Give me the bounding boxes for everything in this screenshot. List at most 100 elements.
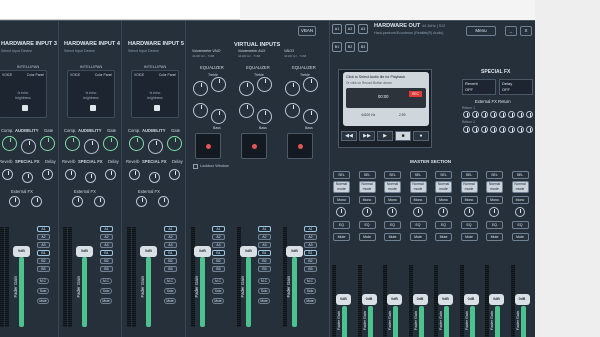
mc-button[interactable]: M.C (100, 278, 112, 284)
reverb-knob[interactable] (65, 169, 76, 180)
fx1-knob[interactable] (72, 196, 83, 207)
virtual-pan-pad[interactable] (287, 133, 313, 159)
delay-knob[interactable] (105, 169, 116, 180)
output-fader-track[interactable] (342, 306, 347, 337)
mode-selector[interactable]: Normal mode (409, 181, 427, 193)
solo-button[interactable]: Solo (304, 288, 316, 294)
bus-head-a3-button[interactable]: A3 (358, 24, 368, 34)
fx-knob[interactable] (85, 172, 96, 183)
stop-button[interactable]: ■ (395, 131, 411, 141)
mode-selector[interactable]: Normal mode (435, 181, 452, 193)
output-fader-track[interactable] (444, 306, 449, 337)
mute-button[interactable]: Mute (358, 233, 376, 241)
bass-knob[interactable] (257, 109, 272, 124)
output-fader-track[interactable] (367, 306, 373, 337)
gate-knob[interactable] (40, 136, 55, 151)
output-fader-track[interactable] (520, 306, 526, 337)
mc-button[interactable]: M.C (304, 278, 316, 284)
fx-return-knob[interactable] (481, 126, 488, 133)
mono-button[interactable]: Mono (460, 196, 478, 204)
solo-button[interactable]: Solo (100, 288, 112, 294)
mode-selector[interactable]: Normal mode (486, 181, 503, 193)
gate-knob[interactable] (167, 136, 182, 151)
solo-button[interactable]: Solo (258, 288, 270, 294)
bus-a3-button[interactable]: A3 (164, 242, 177, 248)
eq-knob-left[interactable] (239, 81, 254, 96)
bus-head-b1-button[interactable]: B1 (332, 42, 342, 52)
bus-b1-button[interactable]: B1 (304, 250, 317, 256)
eq-button[interactable]: EQ (486, 221, 503, 229)
hardware-out-device[interactable]: Haut-parleurs/Ecouteurs (Realtek(R) Audi… (374, 31, 464, 35)
mute-button[interactable]: Mute (511, 233, 529, 241)
bus-a3-button[interactable]: A3 (100, 242, 113, 248)
eq-button[interactable]: EQ (358, 221, 376, 229)
mc-button[interactable]: M.C (164, 278, 176, 284)
fx-return-knob[interactable] (508, 111, 515, 118)
bus-b2-button[interactable]: B2 (164, 258, 177, 264)
bus-b3-button[interactable]: B3 (212, 266, 225, 272)
bus-a3-button[interactable]: A3 (258, 242, 271, 248)
bass-knob[interactable] (211, 109, 226, 124)
fx-return-knob[interactable] (463, 126, 470, 133)
fx-return-knob[interactable] (508, 126, 515, 133)
fader-handle[interactable]: 0dB (13, 246, 30, 257)
comp-knob[interactable] (129, 136, 144, 151)
mono-button[interactable]: Mono (511, 196, 529, 204)
audibility-knob[interactable] (21, 139, 36, 154)
mode-selector[interactable]: Normal mode (333, 181, 350, 193)
mono-button[interactable]: Mono (435, 196, 452, 204)
output-knob[interactable] (412, 207, 423, 217)
audibility-knob[interactable] (84, 139, 99, 154)
mute-button[interactable]: Mute (37, 298, 49, 304)
virtual-pan-pad[interactable] (241, 133, 267, 159)
bus-b3-button[interactable]: B3 (37, 266, 50, 272)
close-button[interactable]: X (520, 26, 532, 36)
bus-b3-button[interactable]: B3 (164, 266, 177, 272)
mc-button[interactable]: M.C (258, 278, 270, 284)
eq-button[interactable]: EQ (333, 221, 350, 229)
fx-knob[interactable] (149, 172, 160, 183)
fader-track[interactable] (82, 257, 87, 327)
sel-button[interactable]: SEL (435, 171, 452, 179)
strip-device-select[interactable]: Select Input Device (64, 49, 124, 53)
bus-head-a2-button[interactable]: A2 (345, 24, 355, 34)
bus-b3-button[interactable]: B3 (258, 266, 271, 272)
fader-track[interactable] (200, 257, 205, 327)
fx-return-knob[interactable] (517, 126, 524, 133)
pan-cursor[interactable] (154, 105, 160, 111)
forward-button[interactable]: ▶▶ (359, 131, 375, 141)
mode-selector[interactable]: Normal mode (460, 181, 478, 193)
delay-toggle[interactable]: Delay OFF (499, 79, 533, 95)
mono-button[interactable]: Mono (358, 196, 376, 204)
eq-knob-left2[interactable] (193, 103, 208, 118)
sel-button[interactable]: SEL (333, 171, 350, 179)
fx-return-knob[interactable] (526, 111, 533, 118)
mc-button[interactable]: M.C (37, 278, 49, 284)
output-knob[interactable] (489, 207, 499, 217)
sel-button[interactable]: SEL (409, 171, 427, 179)
mute-button[interactable]: Mute (100, 298, 112, 304)
bus-a1-button[interactable]: A1 (100, 226, 113, 232)
fx-return-knob[interactable] (463, 111, 470, 118)
fader-handle[interactable]: 0dB (194, 246, 211, 257)
mute-button[interactable]: Mute (258, 298, 270, 304)
fx-return-knob[interactable] (526, 126, 533, 133)
mc-button[interactable]: M.C (212, 278, 224, 284)
reverb-knob[interactable] (129, 169, 140, 180)
fx-return-knob[interactable] (499, 126, 506, 133)
eq-button[interactable]: EQ (409, 221, 427, 229)
output-knob[interactable] (387, 207, 397, 217)
rewind-button[interactable]: ◀◀ (341, 131, 357, 141)
bus-a1-button[interactable]: A1 (304, 226, 317, 232)
reverb-toggle[interactable]: Reverb OFF (462, 79, 496, 95)
sel-button[interactable]: SEL (486, 171, 503, 179)
fader-handle[interactable]: 0dB (286, 246, 303, 257)
fx1-knob[interactable] (136, 196, 147, 207)
bus-a1-button[interactable]: A1 (164, 226, 177, 232)
bus-a2-button[interactable]: A2 (212, 234, 225, 240)
mono-button[interactable]: Mono (384, 196, 401, 204)
comp-knob[interactable] (2, 136, 17, 151)
bus-b2-button[interactable]: B2 (304, 258, 317, 264)
output-fader-track[interactable] (495, 306, 500, 337)
audibility-knob[interactable] (148, 139, 163, 154)
